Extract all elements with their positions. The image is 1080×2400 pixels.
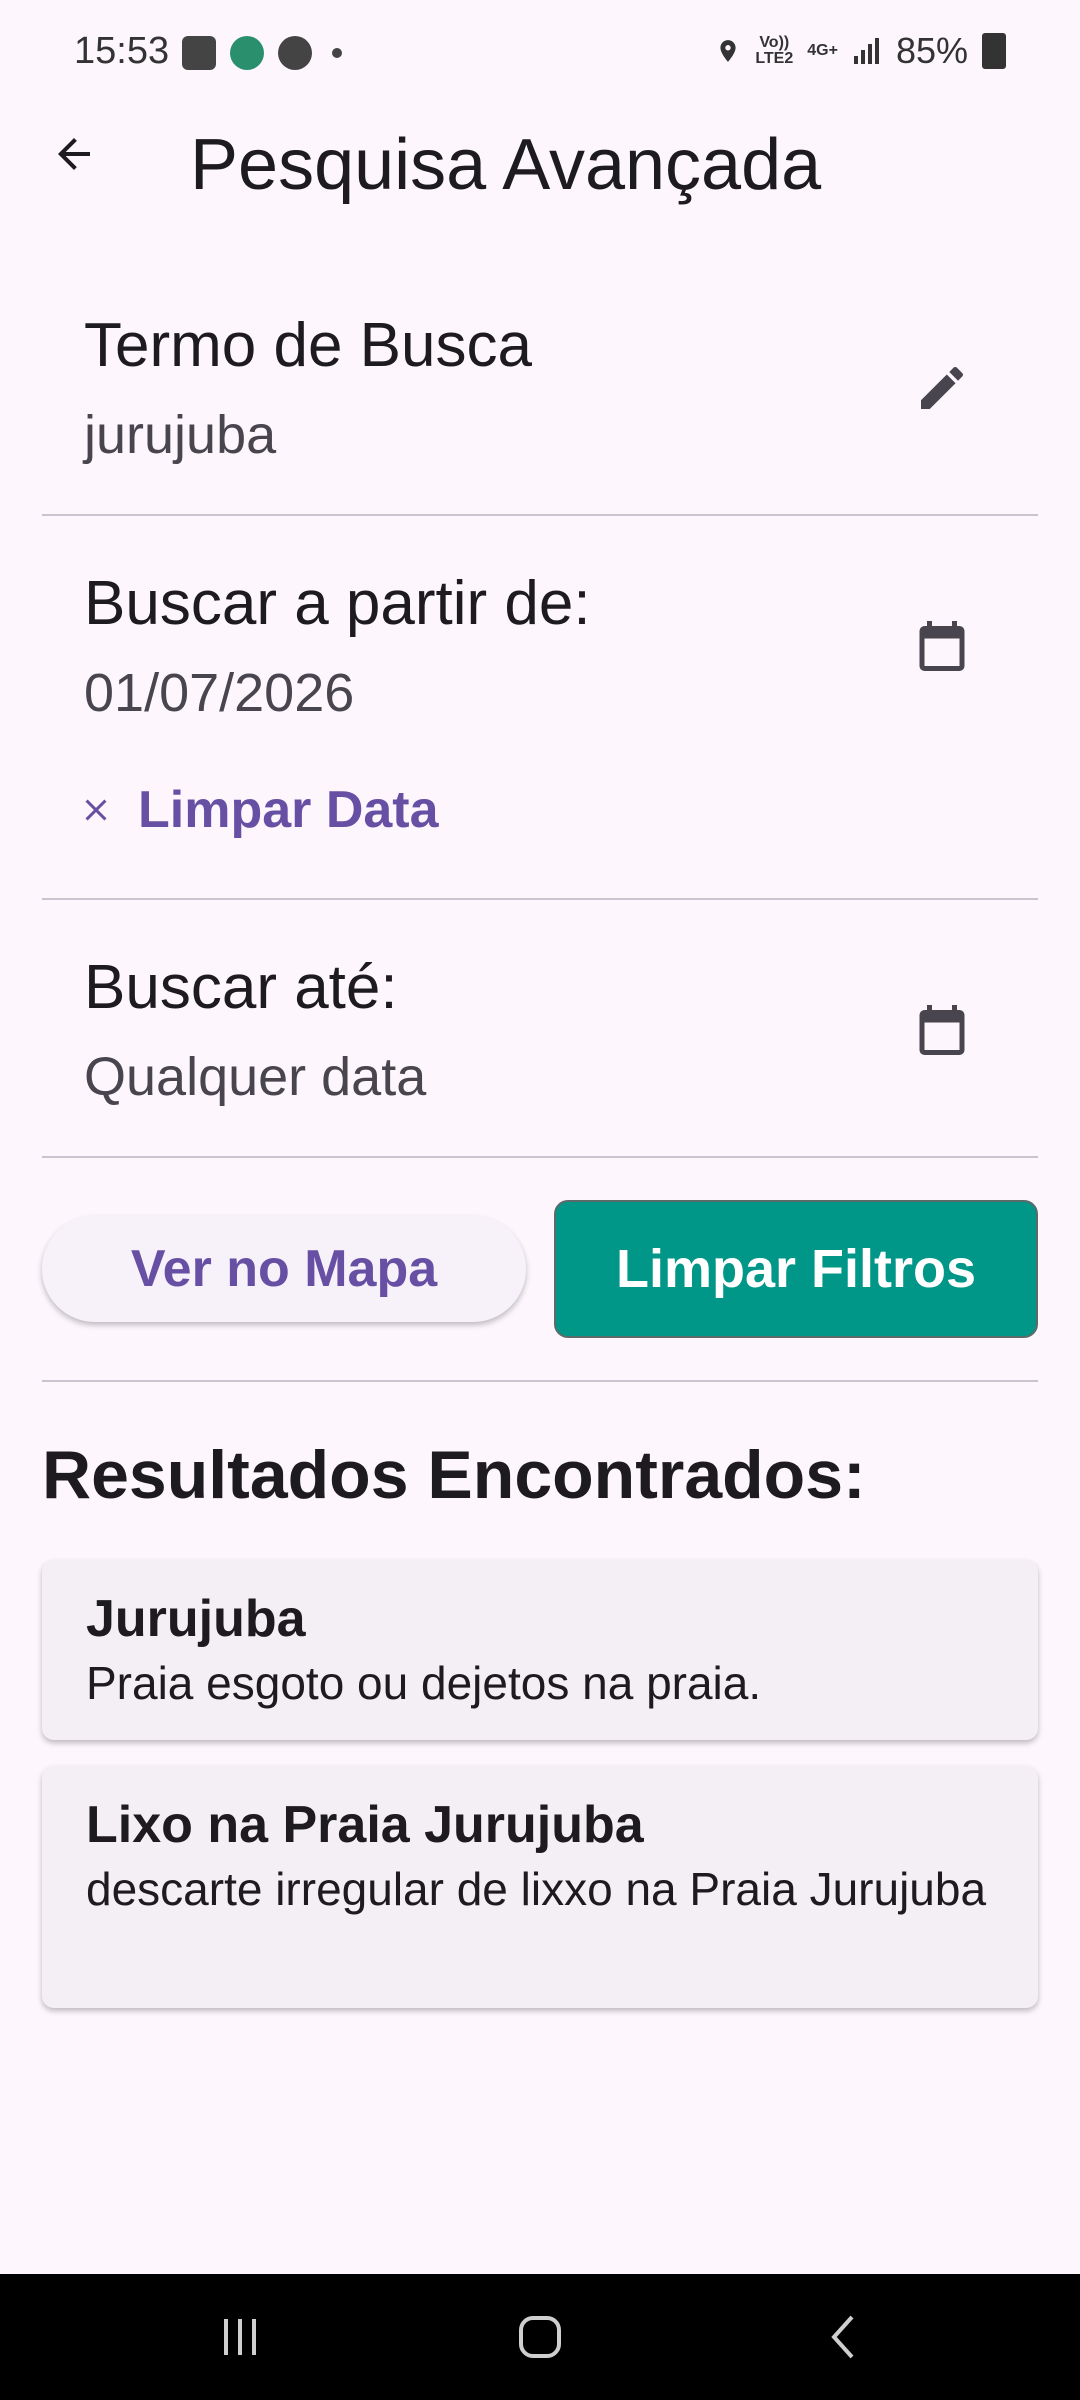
divider (42, 1156, 1038, 1158)
date-from-label: Buscar a partir de: (84, 569, 591, 638)
result-card[interactable]: Jurujuba Praia esgoto ou dejetos na prai… (42, 1560, 1038, 1740)
date-from-value: 01/07/2026 (84, 663, 355, 723)
back-button[interactable] (40, 120, 108, 188)
calendar-icon (919, 1005, 965, 1055)
recent-apps-button[interactable] (210, 2312, 270, 2362)
system-back-button[interactable] (814, 2312, 874, 2362)
result-title: Lixo na Praia Jurujuba (86, 1796, 644, 1854)
date-from-calendar-button[interactable] (906, 610, 978, 682)
recent-apps-icon (224, 2319, 256, 2355)
clear-date-button[interactable]: Limpar Data (78, 780, 439, 840)
status-right: Vo)) LTE2 4G+ 85% (715, 30, 1006, 72)
result-description: Praia esgoto ou dejetos na praia. (86, 1657, 762, 1709)
result-description: descarte irregular de lixxo na Praia Jur… (86, 1863, 987, 1915)
home-icon (519, 2316, 561, 2358)
divider (42, 898, 1038, 900)
calendar-icon (919, 621, 965, 671)
location-icon (720, 40, 736, 62)
edit-search-button[interactable] (906, 352, 978, 424)
date-to-label: Buscar até: (84, 953, 398, 1022)
signal-icon (853, 38, 879, 64)
edit-pencil-icon (921, 366, 964, 409)
gallery-icon (182, 36, 216, 70)
result-title: Jurujuba (86, 1590, 306, 1648)
clear-date-label: Limpar Data (138, 781, 439, 839)
network-type-indicator: 4G+ (807, 42, 838, 59)
close-icon (85, 799, 107, 821)
date-to-value: Qualquer data (84, 1047, 427, 1107)
volte-indicator: Vo)) LTE2 (755, 34, 794, 67)
view-on-map-button[interactable]: Ver no Mapa (42, 1216, 526, 1322)
more-notifications-dot-icon (332, 48, 342, 58)
message-icon (278, 36, 312, 70)
result-card[interactable]: Lixo na Praia Jurujuba descarte irregula… (42, 1766, 1038, 2008)
notification-icons (182, 36, 342, 70)
battery-percentage: 85% (895, 30, 968, 71)
battery-icon (982, 33, 1006, 69)
home-button[interactable] (510, 2312, 570, 2362)
search-term-value: jurujuba (84, 405, 277, 465)
divider (42, 514, 1038, 516)
search-term-label: Termo de Busca (84, 311, 532, 380)
back-chevron-icon (831, 2315, 854, 2359)
clear-filters-button[interactable]: Limpar Filtros (554, 1200, 1038, 1338)
page-title: Pesquisa Avançada (190, 125, 822, 205)
divider (42, 1380, 1038, 1382)
system-navigation-bar (0, 2274, 1080, 2400)
date-to-calendar-button[interactable] (906, 994, 978, 1066)
edge-browser-icon (230, 36, 264, 70)
results-heading: Resultados Encontrados: (42, 1437, 866, 1513)
status-time: 15:53 (74, 30, 170, 72)
back-arrow-icon (58, 138, 90, 170)
